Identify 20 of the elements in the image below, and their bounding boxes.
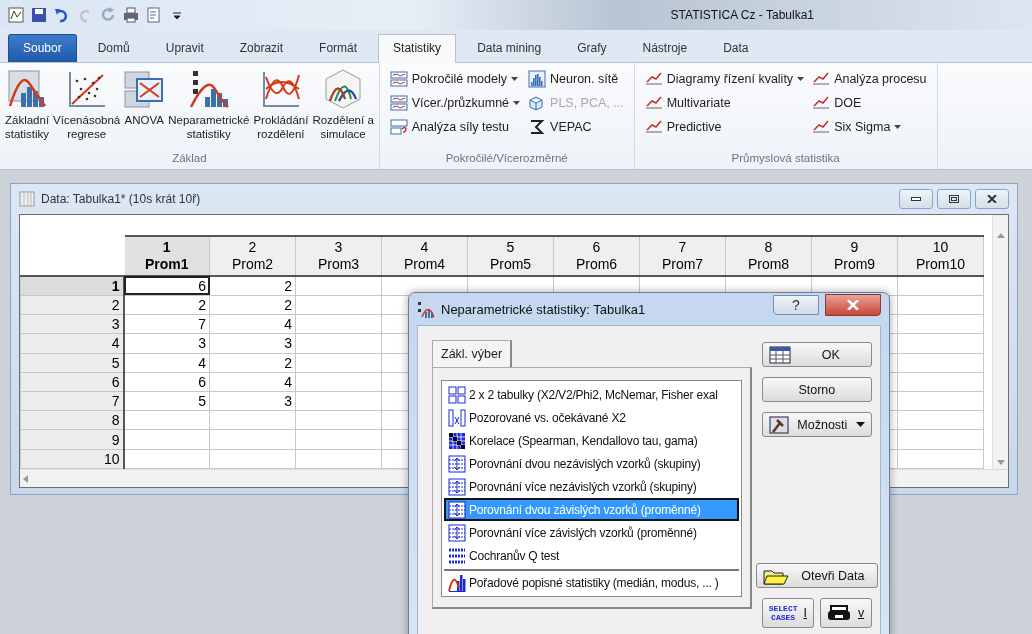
table-cell: 2 xyxy=(123,295,210,315)
window-title: STATISTICA Cz - Tabulka1 xyxy=(670,8,814,22)
table-cell: 6 xyxy=(123,372,210,392)
table-cell: 3 xyxy=(123,333,210,354)
group-label: Průmyslová statistika xyxy=(730,152,841,166)
table-cell: 2 xyxy=(209,276,296,296)
table-cell: 3 xyxy=(209,333,296,354)
table-cell: 4 xyxy=(209,372,296,392)
window-title: Data: Tabulka1* (10s krát 10ř) xyxy=(41,192,201,206)
table-cell: 5 xyxy=(123,391,210,411)
table-cell: 2 xyxy=(209,353,296,373)
table-cell: 4 xyxy=(209,314,296,334)
group-label: Základ xyxy=(171,152,208,166)
group-label: Pokročilé/Vícerozměrné xyxy=(444,152,569,166)
table-cell: 6 xyxy=(123,276,210,296)
table-cell: 4 xyxy=(123,353,210,373)
table-cell: 3 xyxy=(209,391,296,411)
dialog-title: Neparametrické statistiky: Tabulka1 xyxy=(441,301,646,317)
table-cell: 7 xyxy=(123,314,210,334)
table-cell: 2 xyxy=(209,295,296,315)
